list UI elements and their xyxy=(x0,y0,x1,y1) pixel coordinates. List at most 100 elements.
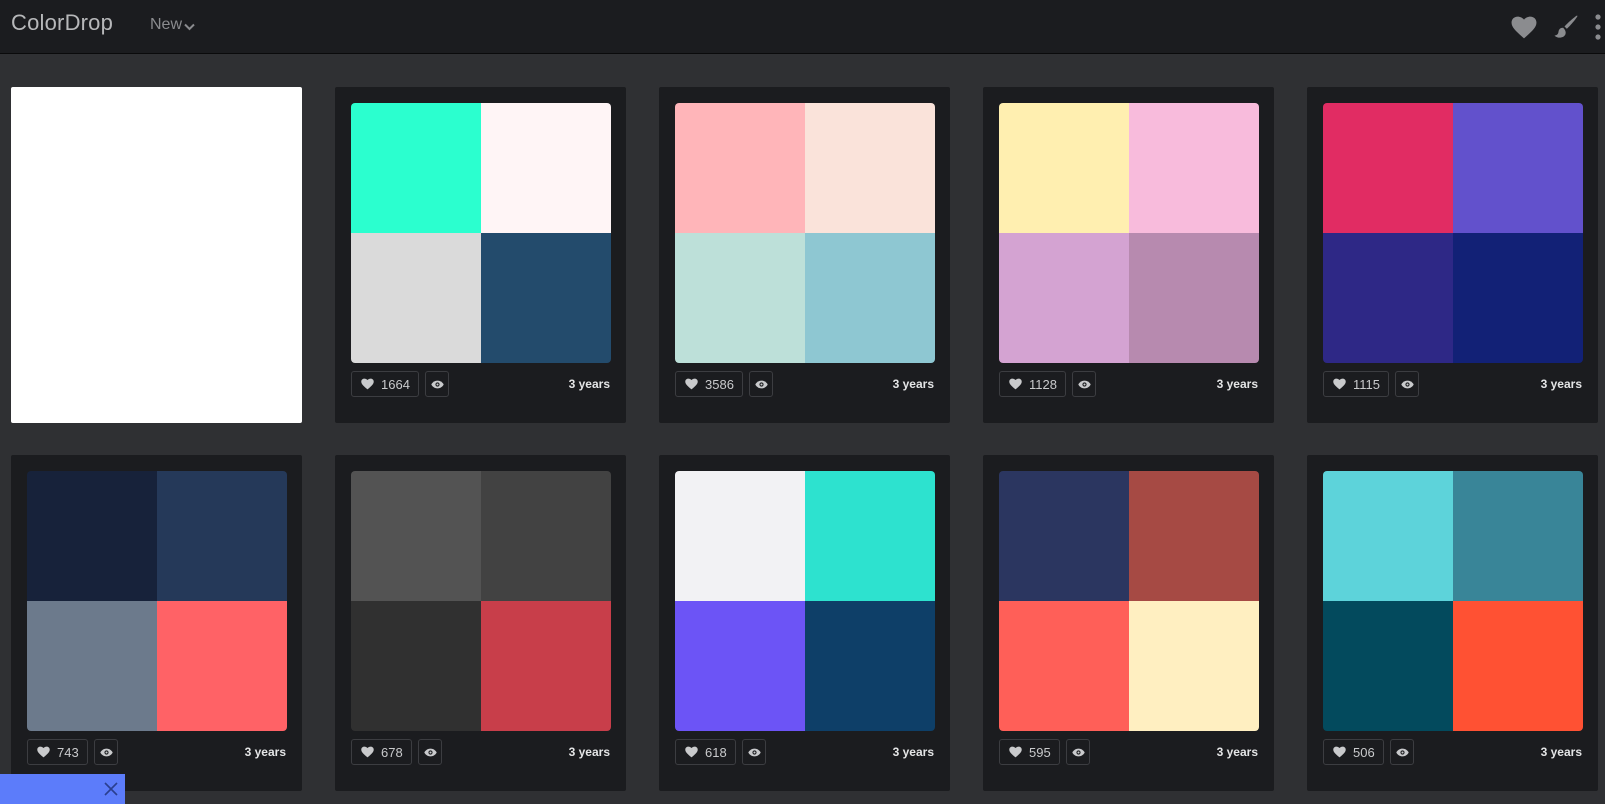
like-count: 1115 xyxy=(1353,376,1380,392)
view-button[interactable] xyxy=(94,739,118,765)
palette-swatches[interactable] xyxy=(675,471,935,731)
view-button[interactable] xyxy=(418,739,442,765)
brand-logo[interactable]: ColorDrop xyxy=(11,10,113,36)
color-swatch[interactable] xyxy=(1129,471,1259,601)
create-palette-button[interactable] xyxy=(1551,12,1581,42)
color-swatch[interactable] xyxy=(805,103,935,233)
color-swatch[interactable] xyxy=(675,471,805,601)
favorites-button[interactable] xyxy=(1509,12,1539,42)
more-menu-button[interactable] xyxy=(1591,12,1605,42)
heart-icon xyxy=(1009,378,1022,390)
like-button[interactable]: 1128 xyxy=(999,371,1066,397)
sort-dropdown[interactable]: New xyxy=(150,16,195,34)
color-swatch[interactable] xyxy=(1129,103,1259,233)
color-swatch[interactable] xyxy=(481,601,611,731)
color-swatch[interactable] xyxy=(1453,601,1583,731)
palette-swatches[interactable] xyxy=(1323,471,1583,731)
color-swatch[interactable] xyxy=(1453,233,1583,363)
color-swatch[interactable] xyxy=(805,471,935,601)
like-button[interactable]: 743 xyxy=(27,739,88,765)
more-vertical-icon xyxy=(1595,14,1601,40)
like-count: 743 xyxy=(57,744,79,760)
color-swatch[interactable] xyxy=(157,471,287,601)
palette-swatches[interactable] xyxy=(27,471,287,731)
color-swatch[interactable] xyxy=(481,471,611,601)
color-swatch[interactable] xyxy=(805,233,935,363)
palette-age: 3 years xyxy=(1216,745,1258,759)
like-button[interactable]: 618 xyxy=(675,739,736,765)
like-count: 506 xyxy=(1353,744,1375,760)
color-swatch[interactable] xyxy=(999,601,1129,731)
palette-age: 3 years xyxy=(1540,745,1582,759)
color-swatch[interactable] xyxy=(1453,103,1583,233)
view-button[interactable] xyxy=(1390,739,1414,765)
color-swatch[interactable] xyxy=(1323,233,1453,363)
color-swatch[interactable] xyxy=(999,103,1129,233)
color-swatch[interactable] xyxy=(351,103,481,233)
color-swatch[interactable] xyxy=(999,233,1129,363)
view-button[interactable] xyxy=(742,739,766,765)
heart-icon xyxy=(1333,746,1346,758)
view-button[interactable] xyxy=(749,371,773,397)
like-button[interactable]: 1115 xyxy=(1323,371,1389,397)
color-swatch[interactable] xyxy=(805,601,935,731)
color-swatch[interactable] xyxy=(157,601,287,731)
view-button[interactable] xyxy=(1395,371,1419,397)
color-swatch[interactable] xyxy=(675,233,805,363)
color-swatch[interactable] xyxy=(1323,471,1453,601)
color-swatch[interactable] xyxy=(351,601,481,731)
eye-icon xyxy=(1400,380,1414,388)
like-button[interactable]: 506 xyxy=(1323,739,1384,765)
view-button[interactable] xyxy=(425,371,449,397)
chevron-down-icon xyxy=(184,23,195,30)
like-button[interactable]: 1664 xyxy=(351,371,419,397)
color-swatch[interactable] xyxy=(351,471,481,601)
palette-swatches[interactable] xyxy=(351,471,611,731)
like-count: 1128 xyxy=(1029,376,1057,392)
like-button[interactable]: 3586 xyxy=(675,371,743,397)
eye-icon xyxy=(1395,748,1409,756)
like-count: 595 xyxy=(1029,744,1051,760)
color-swatch[interactable] xyxy=(675,103,805,233)
like-button[interactable]: 595 xyxy=(999,739,1060,765)
view-button[interactable] xyxy=(1066,739,1090,765)
palette-card: 3586 3 years xyxy=(659,87,950,423)
color-swatch[interactable] xyxy=(27,601,157,731)
palette-age: 3 years xyxy=(568,377,610,391)
palette-card: 743 3 years xyxy=(11,455,302,791)
color-swatch[interactable] xyxy=(27,471,157,601)
color-swatch[interactable] xyxy=(1323,103,1453,233)
top-actions xyxy=(1509,0,1605,54)
eye-icon xyxy=(430,380,444,388)
color-swatch[interactable] xyxy=(675,601,805,731)
heart-icon xyxy=(1009,746,1022,758)
close-icon[interactable] xyxy=(104,782,118,796)
palette-age: 3 years xyxy=(1216,377,1258,391)
palette-swatches[interactable] xyxy=(675,103,935,363)
color-swatch[interactable] xyxy=(1323,601,1453,731)
palette-swatches[interactable] xyxy=(999,103,1259,363)
color-swatch[interactable] xyxy=(1129,601,1259,731)
view-button[interactable] xyxy=(1072,371,1096,397)
heart-icon xyxy=(1333,378,1346,390)
palette-age: 3 years xyxy=(892,377,934,391)
color-swatch[interactable] xyxy=(1453,471,1583,601)
palette-swatches[interactable] xyxy=(999,471,1259,731)
brush-icon xyxy=(1554,15,1578,38)
color-swatch[interactable] xyxy=(351,233,481,363)
palette-card: 1115 3 years xyxy=(1307,87,1598,423)
like-button[interactable]: 678 xyxy=(351,739,412,765)
palette-swatches[interactable] xyxy=(1323,103,1583,363)
color-swatch[interactable] xyxy=(999,471,1129,601)
color-swatch[interactable] xyxy=(1129,233,1259,363)
sort-dropdown-label: New xyxy=(150,16,183,33)
eye-icon xyxy=(1077,380,1091,388)
palette-swatches[interactable] xyxy=(351,103,611,363)
notification-bar xyxy=(0,774,125,804)
palette-card: 618 3 years xyxy=(659,455,950,791)
color-swatch[interactable] xyxy=(481,103,611,233)
color-swatch[interactable] xyxy=(481,233,611,363)
eye-icon xyxy=(747,748,761,756)
like-count: 678 xyxy=(381,744,403,760)
heart-icon xyxy=(1511,16,1537,38)
